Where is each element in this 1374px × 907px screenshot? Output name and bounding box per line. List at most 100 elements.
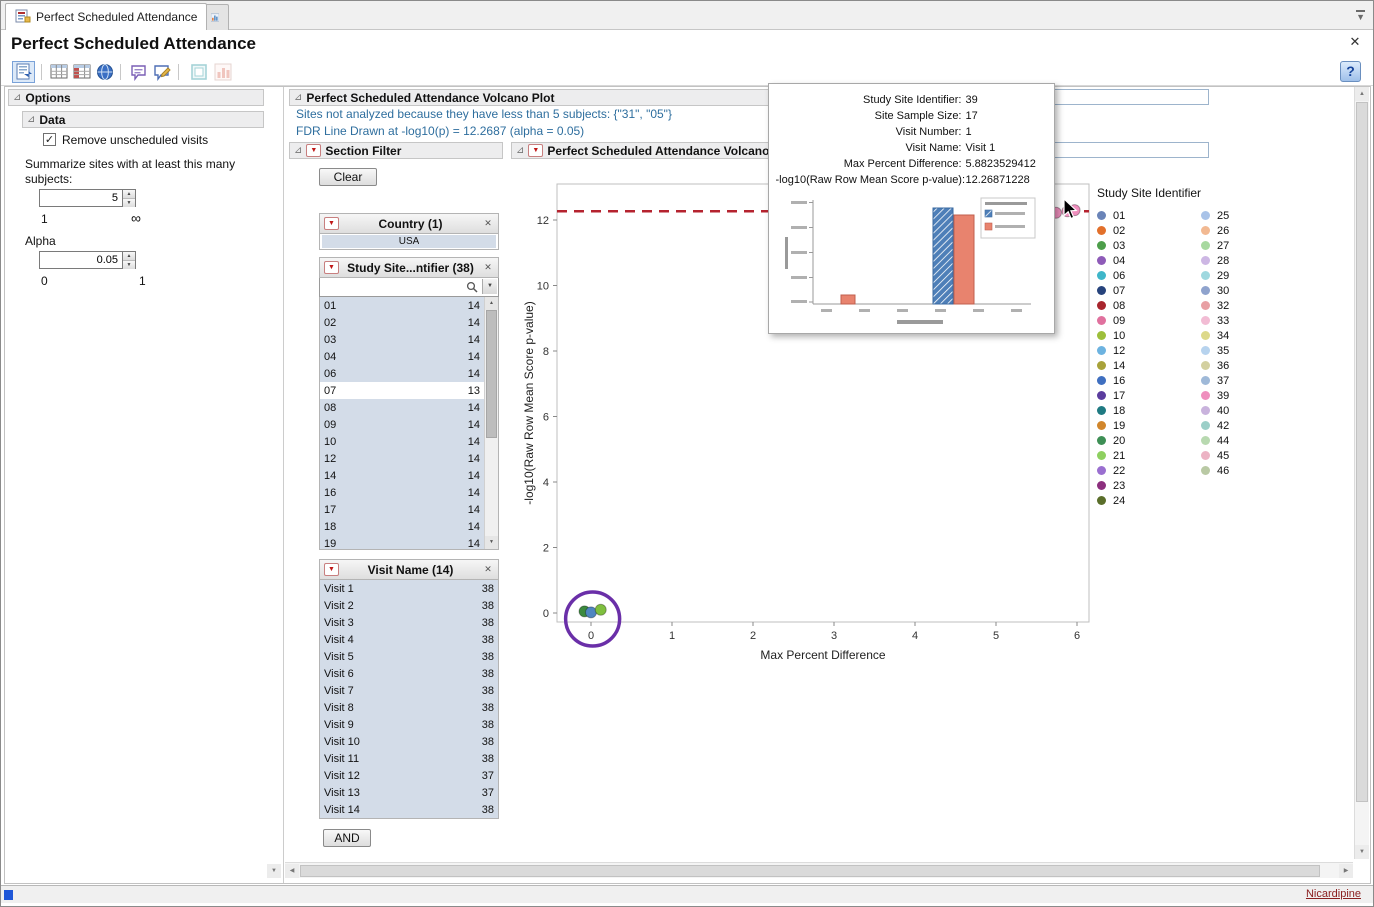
filter-item-07[interactable]: 0713 <box>320 382 484 399</box>
legend-item-06[interactable]: 06 <box>1097 268 1189 283</box>
legend-item-20[interactable]: 20 <box>1097 433 1189 448</box>
filter-item-visit-4[interactable]: Visit 438 <box>320 631 498 648</box>
min-subjects-decrement-icon[interactable]: ▼ <box>123 199 135 207</box>
scroll-up-icon[interactable]: ▲ <box>1355 87 1369 101</box>
filter-item-visit-11[interactable]: Visit 1138 <box>320 750 498 767</box>
legend-item-10[interactable]: 10 <box>1097 328 1189 343</box>
legend-item-08[interactable]: 08 <box>1097 298 1189 313</box>
disclosure-icon[interactable]: ⊿ <box>294 146 302 156</box>
legend-item-33[interactable]: 33 <box>1201 313 1293 328</box>
remove-unscheduled-checkbox[interactable]: ✓ <box>43 133 56 146</box>
disclosure-icon[interactable]: ⊿ <box>294 93 302 103</box>
scroll-left-icon[interactable]: ◀ <box>285 864 299 878</box>
section-filter-menu-icon[interactable]: ▼ <box>306 144 321 157</box>
visit-menu-icon[interactable]: ▼ <box>324 563 339 576</box>
options-outline-header[interactable]: ⊿ Options <box>8 89 264 106</box>
filter-item-visit-12[interactable]: Visit 1237 <box>320 767 498 784</box>
legend-item-36[interactable]: 36 <box>1201 358 1293 373</box>
scrollbar-thumb[interactable] <box>486 310 497 438</box>
legend-item-34[interactable]: 34 <box>1201 328 1293 343</box>
legend-item-12[interactable]: 12 <box>1097 343 1189 358</box>
journal-icon[interactable] <box>93 61 116 83</box>
data-outline-header[interactable]: ⊿ Data <box>22 111 264 128</box>
legend-item-17[interactable]: 17 <box>1097 388 1189 403</box>
filter-item-14[interactable]: 1414 <box>320 467 484 484</box>
legend-item-40[interactable]: 40 <box>1201 403 1293 418</box>
legend-item-37[interactable]: 37 <box>1201 373 1293 388</box>
and-button[interactable]: AND <box>323 829 371 847</box>
filter-item-18[interactable]: 1814 <box>320 518 484 535</box>
close-icon[interactable]: ✕ <box>1347 34 1363 50</box>
legend-item-23[interactable]: 23 <box>1097 478 1189 493</box>
legend-item-24[interactable]: 24 <box>1097 493 1189 508</box>
legend-item-09[interactable]: 09 <box>1097 313 1189 328</box>
legend-item-25[interactable]: 25 <box>1201 208 1293 223</box>
legend-item-02[interactable]: 02 <box>1097 223 1189 238</box>
section-filter-header[interactable]: ⊿ ▼ Section Filter <box>289 142 503 159</box>
legend-item-03[interactable]: 03 <box>1097 238 1189 253</box>
filter-item-visit-5[interactable]: Visit 538 <box>320 648 498 665</box>
summary-table-icon[interactable] <box>70 61 93 83</box>
main-vertical-scrollbar[interactable]: ▲ ▼ <box>1354 87 1369 859</box>
filter-item-16[interactable]: 1614 <box>320 484 484 501</box>
legend-item-32[interactable]: 32 <box>1201 298 1293 313</box>
filter-item-01[interactable]: 0114 <box>320 297 484 314</box>
legend-item-21[interactable]: 21 <box>1097 448 1189 463</box>
site-search-input[interactable] <box>321 279 467 294</box>
disclosure-icon[interactable]: ⊿ <box>516 146 524 156</box>
filter-item-usa[interactable]: USA <box>322 235 496 248</box>
filter-item-visit-10[interactable]: Visit 1038 <box>320 733 498 750</box>
filter-item-visit-7[interactable]: Visit 738 <box>320 682 498 699</box>
alpha-decrement-icon[interactable]: ▼ <box>123 261 135 269</box>
legend-item-22[interactable]: 22 <box>1097 463 1189 478</box>
help-button[interactable]: ? <box>1340 61 1361 82</box>
filter-item-02[interactable]: 0214 <box>320 314 484 331</box>
country-menu-icon[interactable]: ▼ <box>324 217 339 230</box>
annotate-edit-icon[interactable] <box>150 61 173 83</box>
legend-item-16[interactable]: 16 <box>1097 373 1189 388</box>
min-subjects-increment-icon[interactable]: ▲ <box>123 190 135 199</box>
filter-item-visit-9[interactable]: Visit 938 <box>320 716 498 733</box>
filter-item-06[interactable]: 0614 <box>320 365 484 382</box>
filter-item-visit-1[interactable]: Visit 138 <box>320 580 498 597</box>
legend-item-28[interactable]: 28 <box>1201 253 1293 268</box>
open-script-icon[interactable] <box>12 61 35 83</box>
legend-item-46[interactable]: 46 <box>1201 463 1293 478</box>
legend-item-18[interactable]: 18 <box>1097 403 1189 418</box>
filter-item-09[interactable]: 0914 <box>320 416 484 433</box>
tab-list-dropdown-icon[interactable]: ▼ <box>1356 10 1365 21</box>
scroll-down-icon[interactable]: ▼ <box>1355 845 1369 859</box>
country-close-icon[interactable]: ✕ <box>482 218 494 229</box>
legend-item-04[interactable]: 04 <box>1097 253 1189 268</box>
alpha-input[interactable] <box>39 251 123 269</box>
filter-item-17[interactable]: 1714 <box>320 501 484 518</box>
filter-item-visit-8[interactable]: Visit 838 <box>320 699 498 716</box>
scroll-up-icon[interactable]: ▲ <box>485 297 498 310</box>
filter-item-visit-2[interactable]: Visit 238 <box>320 597 498 614</box>
filter-item-12[interactable]: 1214 <box>320 450 484 467</box>
clear-button[interactable]: Clear <box>319 168 377 186</box>
legend-item-26[interactable]: 26 <box>1201 223 1293 238</box>
legend-item-45[interactable]: 45 <box>1201 448 1293 463</box>
scroll-right-icon[interactable]: ▶ <box>1339 864 1353 878</box>
scrollbar-thumb[interactable] <box>1356 102 1368 802</box>
scrollbar-thumb[interactable] <box>300 865 1320 877</box>
filter-item-visit-3[interactable]: Visit 338 <box>320 614 498 631</box>
legend-item-39[interactable]: 39 <box>1201 388 1293 403</box>
min-subjects-input[interactable] <box>39 189 123 207</box>
main-horizontal-scrollbar[interactable]: ◀ ▶ <box>285 862 1353 878</box>
search-dropdown-icon[interactable]: ▼ <box>482 279 497 294</box>
legend-item-35[interactable]: 35 <box>1201 343 1293 358</box>
filter-item-03[interactable]: 0314 <box>320 331 484 348</box>
visit-close-icon[interactable]: ✕ <box>482 564 494 575</box>
filter-item-08[interactable]: 0814 <box>320 399 484 416</box>
filter-item-10[interactable]: 1014 <box>320 433 484 450</box>
legend-item-14[interactable]: 14 <box>1097 358 1189 373</box>
legend-item-30[interactable]: 30 <box>1201 283 1293 298</box>
site-menu-icon[interactable]: ▼ <box>324 261 339 274</box>
annotate-bubble-icon[interactable] <box>127 61 150 83</box>
filter-item-04[interactable]: 0414 <box>320 348 484 365</box>
scroll-down-icon[interactable]: ▼ <box>485 536 498 549</box>
legend-item-27[interactable]: 27 <box>1201 238 1293 253</box>
legend-item-01[interactable]: 01 <box>1097 208 1189 223</box>
